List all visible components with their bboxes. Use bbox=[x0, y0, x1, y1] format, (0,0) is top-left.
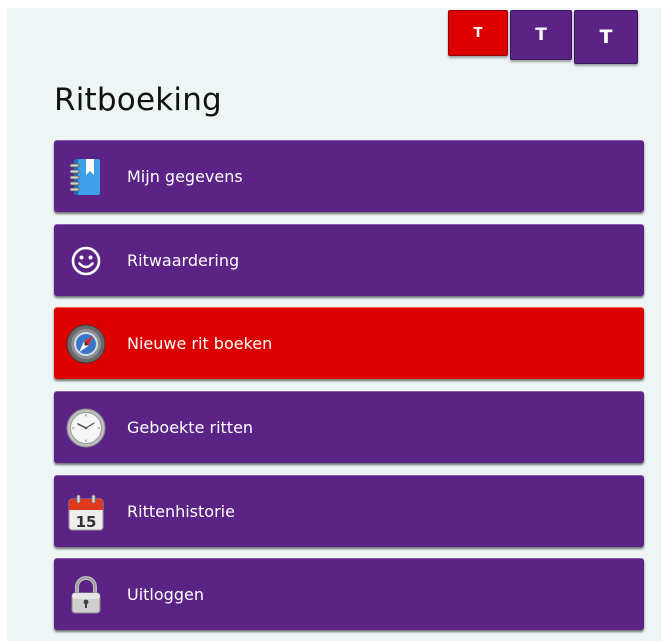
menu-item-geboekte-ritten[interactable]: Geboekte ritten bbox=[54, 391, 644, 463]
page: T T T Ritboeking Mijn gegevens Ritwaarde… bbox=[0, 0, 668, 641]
page-title: Ritboeking bbox=[54, 82, 222, 118]
menu-item-nieuwe-rit-boeken[interactable]: Nieuwe rit boeken bbox=[54, 307, 644, 379]
menu-item-label: Geboekte ritten bbox=[127, 418, 254, 437]
menu-item-rittenhistorie[interactable]: 15 Rittenhistorie bbox=[54, 475, 644, 547]
menu-item-uitloggen[interactable]: Uitloggen bbox=[54, 558, 644, 630]
text-size-medium-button[interactable]: T bbox=[510, 10, 572, 60]
menu-item-label: Ritwaardering bbox=[127, 251, 240, 270]
compass-icon bbox=[66, 324, 106, 364]
padlock-icon bbox=[66, 575, 106, 615]
menu-item-ritwaardering[interactable]: Ritwaardering bbox=[54, 224, 644, 296]
menu-item-label: Uitloggen bbox=[127, 585, 204, 604]
calendar-icon: 15 bbox=[66, 492, 106, 532]
menu-item-mijn-gegevens[interactable]: Mijn gegevens bbox=[54, 140, 644, 212]
menu-item-label: Mijn gegevens bbox=[127, 167, 243, 186]
clock-icon bbox=[66, 408, 106, 448]
smiley-icon bbox=[66, 241, 106, 281]
address-book-icon bbox=[66, 157, 106, 197]
menu-item-label: Rittenhistorie bbox=[127, 502, 235, 521]
menu-item-label: Nieuwe rit boeken bbox=[127, 334, 273, 353]
text-size-small-button[interactable]: T bbox=[448, 10, 508, 56]
text-size-large-button[interactable]: T bbox=[574, 10, 638, 64]
calendar-day-number: 15 bbox=[76, 513, 97, 531]
